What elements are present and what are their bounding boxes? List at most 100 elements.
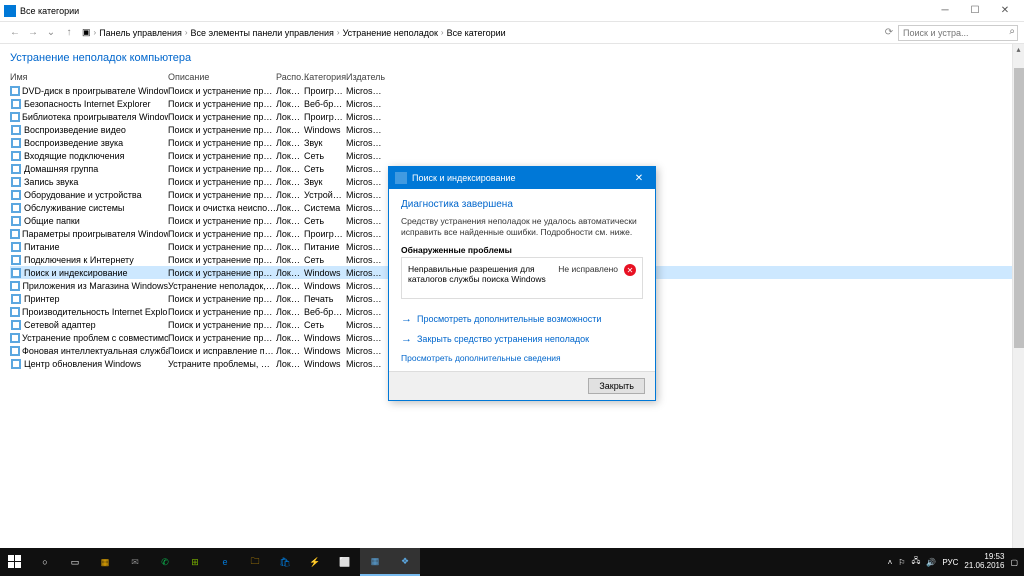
item-pub: Microsof... [346, 281, 386, 291]
problem-status: Не исправлено [558, 264, 618, 292]
item-pub: Microsof... [346, 307, 386, 317]
item-name: Фоновая интеллектуальная служба передачи… [22, 346, 168, 356]
item-icon [10, 242, 22, 252]
taskbar-app[interactable]: ⚡ [300, 548, 330, 576]
item-icon [10, 86, 20, 96]
window-titlebar: Все категории ─ ☐ ✕ [0, 0, 1024, 22]
item-cat: Проигры... [304, 229, 346, 239]
item-name: Входящие подключения [24, 151, 125, 161]
item-desc: Поиск и устранение проблем с ... [168, 242, 276, 252]
item-name: Обслуживание системы [24, 203, 124, 213]
item-loc: Локал... [276, 203, 304, 213]
breadcrumb-item[interactable]: Все элементы панели управления [191, 28, 334, 38]
start-button[interactable] [0, 548, 30, 576]
refresh-button[interactable]: ⟳ [880, 24, 898, 42]
item-icon [10, 255, 22, 265]
action-label: Закрыть средство устранения неполадок [417, 334, 589, 344]
arrow-icon: → [401, 333, 412, 345]
taskbar-app[interactable]: ▦ [360, 548, 390, 576]
close-button[interactable]: ✕ [990, 1, 1020, 21]
task-view-icon[interactable]: ▭ [60, 548, 90, 576]
item-cat: Windows [304, 281, 346, 291]
taskbar-app[interactable]: ⬜ [330, 548, 360, 576]
item-name: Подключения к Интернету [24, 255, 134, 265]
item-icon [10, 281, 20, 291]
item-loc: Локал... [276, 138, 304, 148]
item-icon [10, 307, 20, 317]
list-item[interactable]: Библиотека проигрывателя Windows MediaПо… [10, 110, 1014, 123]
item-cat: Питание [304, 242, 346, 252]
dialog-desc: Средству устранения неполадок не удалось… [401, 216, 643, 237]
column-headers[interactable]: Имя Описание Распо... Категория Издатель [0, 68, 1024, 84]
action-label: Просмотреть дополнительные возможности [417, 314, 601, 324]
col-pub[interactable]: Издатель [346, 72, 386, 82]
minimize-button[interactable]: ─ [930, 1, 960, 21]
search-icon[interactable]: ○ [30, 548, 60, 576]
more-details-link[interactable]: Просмотреть дополнительные сведения [401, 353, 643, 363]
breadcrumb-item[interactable]: Устранение неполадок [343, 28, 438, 38]
problem-row[interactable]: Неправильные разрешения для каталогов сл… [401, 257, 643, 299]
list-item[interactable]: DVD-диск в проигрывателе Windows MediaПо… [10, 84, 1014, 97]
item-name: Центр обновления Windows [24, 359, 141, 369]
view-more-options-link[interactable]: → Просмотреть дополнительные возможности [401, 309, 643, 329]
item-loc: Локал... [276, 151, 304, 161]
action-center-icon[interactable]: ▢ [1010, 558, 1018, 567]
col-name[interactable]: Имя [10, 72, 168, 82]
breadcrumb-item[interactable]: Все категории [447, 28, 506, 38]
taskbar-app[interactable]: ▦ [90, 548, 120, 576]
item-icon [10, 99, 22, 109]
item-icon [10, 346, 20, 356]
back-button[interactable]: ← [6, 24, 24, 42]
scroll-up-icon[interactable]: ▴ [1013, 44, 1024, 56]
up-button[interactable]: ↑ [60, 24, 78, 42]
search-input[interactable] [898, 25, 1018, 41]
breadcrumb-item[interactable]: Панель управления [99, 28, 182, 38]
item-icon [10, 177, 22, 187]
scrollbar[interactable]: ▴ [1012, 44, 1024, 548]
system-tray[interactable]: ˄ ⚐ 🖧 🔊 РУС 19:53 21.06.2016 ▢ [888, 553, 1024, 571]
recent-button[interactable]: ⌄ [42, 24, 60, 42]
close-troubleshooter-link[interactable]: → Закрыть средство устранения неполадок [401, 329, 643, 349]
list-item[interactable]: Воспроизведение видеоПоиск и устранение … [10, 123, 1014, 136]
col-desc[interactable]: Описание [168, 72, 276, 82]
list-item[interactable]: Безопасность Internet ExplorerПоиск и ус… [10, 97, 1014, 110]
taskbar-app[interactable]: ❖ [390, 548, 420, 576]
tray-icon[interactable]: ⚐ [898, 558, 905, 567]
taskbar-app[interactable]: e [210, 548, 240, 576]
forward-button[interactable]: → [24, 24, 42, 42]
scroll-thumb[interactable] [1014, 68, 1024, 348]
item-desc: Поиск и очистка неиспользуемы... [168, 203, 276, 213]
taskbar-app[interactable]: 🗀 [240, 548, 270, 576]
item-desc: Устранение неполадок, которы... [168, 281, 276, 291]
item-cat: Windows [304, 359, 346, 369]
volume-icon[interactable]: 🔊 [926, 558, 936, 567]
taskbar-app[interactable]: ✆ [150, 548, 180, 576]
item-name: Принтер [24, 294, 60, 304]
taskbar-app[interactable]: ✉ [120, 548, 150, 576]
item-pub: Microsoft ... [346, 255, 386, 265]
network-icon[interactable]: 🖧 [911, 555, 920, 569]
list-item[interactable]: Воспроизведение звукаПоиск и устранение … [10, 136, 1014, 149]
taskbar-app[interactable]: 🛍 [270, 548, 300, 576]
col-loc[interactable]: Распо... [276, 72, 304, 82]
dialog-titlebar[interactable]: Поиск и индексирование ✕ [389, 167, 655, 189]
item-pub: Microsof... [346, 333, 386, 343]
maximize-button[interactable]: ☐ [960, 1, 990, 21]
close-button[interactable]: Закрыть [588, 378, 645, 394]
item-pub: Microsof... [346, 294, 386, 304]
col-cat[interactable]: Категория [304, 72, 346, 82]
folder-icon: ▣ [82, 27, 91, 38]
breadcrumb[interactable]: ▣ › Панель управления› Все элементы пане… [78, 27, 880, 38]
tray-up-icon[interactable]: ˄ [888, 558, 893, 567]
item-name: Поиск и индексирование [24, 268, 128, 278]
taskbar-app[interactable]: ⊞ [180, 548, 210, 576]
clock[interactable]: 19:53 21.06.2016 [964, 553, 1004, 571]
item-loc: Локал... [276, 177, 304, 187]
list-item[interactable]: Входящие подключенияПоиск и устранение п… [10, 149, 1014, 162]
language-indicator[interactable]: РУС [942, 558, 958, 567]
item-cat: Веб-брау... [304, 99, 346, 109]
dialog-close-button[interactable]: ✕ [629, 173, 649, 184]
item-desc: Поиск и устранение проблем с ... [168, 229, 276, 239]
dialog-icon [395, 172, 407, 184]
item-icon [10, 320, 22, 330]
